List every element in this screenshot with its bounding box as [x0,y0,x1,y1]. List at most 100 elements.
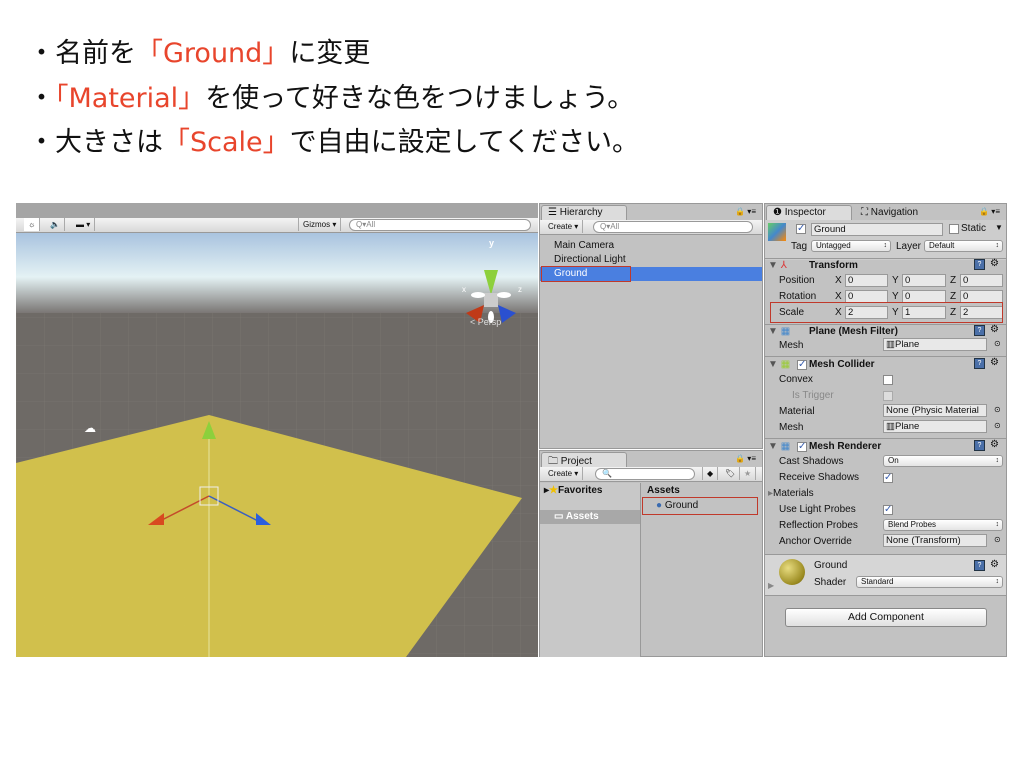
assets-label: Assets [565,511,599,522]
anchor-override-field[interactable]: None (Transform) [883,534,987,547]
bullet-dot: ・ [28,83,55,114]
highlight-box [770,302,1003,323]
static-checkbox[interactable] [949,224,959,234]
bullet-text: 大きさは [55,127,163,158]
project-panel: 🗀 Project 🔒 ▾≡ Create ▾ 🔍 ◆ 🏷 ★ ▸★Favori… [539,450,763,657]
effects-toggle-icon[interactable]: ▬ ▾ [72,218,96,231]
active-checkbox[interactable]: ✓ [796,224,806,234]
material-preview-sphere [779,559,805,585]
mesh-renderer-foldout[interactable]: ▼ ▦ [768,441,790,452]
x-label: X [835,275,842,286]
assets-folder[interactable]: ▭ Assets [540,510,640,524]
add-component-button[interactable]: Add Component [785,608,987,627]
materials-label: Materials [773,488,814,499]
gear-icon[interactable]: ⚙ [990,439,999,450]
inspector-tab[interactable]: ❶ Inspector [766,205,852,220]
rotation-label: Rotation [779,291,817,302]
scene-viewport[interactable]: ☁ [16,233,538,657]
cast-shadows-label: Cast Shadows [779,456,844,467]
mesh-collider-enabled-checkbox[interactable]: ✓ [797,360,807,370]
create-button[interactable]: Create ▾ [544,220,584,233]
gear-icon[interactable]: ⚙ [990,357,999,368]
bullet-text: 名前を [55,38,136,69]
mesh-value: Plane [894,339,920,350]
convex-checkbox[interactable] [883,375,893,385]
reflection-probes-dropdown[interactable]: Blend Probes [883,519,1003,531]
help-icon[interactable]: ? [974,358,985,369]
is-trigger-label: Is Trigger [792,390,834,401]
mesh-collider-foldout[interactable]: ▼ ▦ [768,359,790,370]
gear-icon[interactable]: ⚙ [990,324,999,335]
hierarchy-search-input[interactable]: Q▾All [593,221,753,233]
scene-search-input[interactable]: Q▾All [349,219,531,231]
convex-label: Convex [779,374,813,385]
transform-foldout[interactable]: ▼ ⅄ [768,260,787,271]
cast-shadows-dropdown[interactable]: On [883,455,1003,467]
position-x-input[interactable]: 0 [845,274,888,287]
layer-dropdown[interactable]: Default [924,240,1003,252]
help-icon[interactable]: ? [974,560,985,571]
gear-icon[interactable]: ⚙ [990,559,999,570]
gizmos-dropdown[interactable]: Gizmos ▾ [298,218,342,231]
object-picker-icon[interactable]: ⊙ [994,421,1001,430]
scene-view[interactable]: ☼ 🔈 ▬ ▾ Gizmos ▾ Q▾All ☁ y x z < Persp [16,203,538,657]
help-icon[interactable]: ? [974,259,985,270]
hierarchy-item-directional-light[interactable]: Directional Light [554,253,626,267]
lock-icon[interactable]: 🔒 ▾≡ [735,207,756,216]
position-z-input[interactable]: 0 [960,274,1003,287]
highlight-box [541,266,631,282]
object-picker-icon[interactable]: ⊙ [994,339,1001,348]
audio-toggle-icon[interactable]: 🔈 [46,218,65,231]
bullet-3: ・大きさは「Scale」で自由に設定してください。 [28,120,639,159]
receive-shadows-checkbox[interactable]: ✓ [883,473,893,483]
create-button[interactable]: Create ▾ [544,467,584,480]
hierarchy-toolbar: Create ▾ Q▾All [540,220,762,235]
x-label: X [835,291,842,302]
physic-material-field[interactable]: None (Physic Material [883,404,987,417]
favorite-star-icon[interactable]: ★ [740,467,757,480]
filter-label-icon[interactable]: 🏷 [721,467,741,480]
static-dropdown-icon[interactable]: ▼ [995,223,1003,232]
materials-foldout[interactable]: ▸Materials [768,488,814,499]
z-label: Z [950,275,957,286]
project-tab[interactable]: 🗀 Project [541,452,627,467]
collider-mesh-field[interactable]: ▥Plane [883,420,987,433]
light-icon[interactable]: ☁ [84,421,96,435]
z-label: Z [950,291,957,302]
hierarchy-panel: ☰ Hierarchy 🔒 ▾≡ Create ▾ Q▾All Main Cam… [539,203,763,449]
mesh-label: Mesh [779,340,804,351]
help-icon[interactable]: ? [974,325,985,336]
shader-dropdown[interactable]: Standard [856,576,1003,588]
favorites-folder[interactable]: ▸★Favorites [544,484,602,498]
y-label: Y [892,275,899,286]
object-picker-icon[interactable]: ⊙ [994,535,1001,544]
project-search-input[interactable]: 🔍 [595,468,695,480]
light-probes-checkbox[interactable]: ✓ [883,505,893,515]
receive-shadows-label: Receive Shadows [779,472,860,483]
layer-label: Layer [896,241,922,252]
mesh-filter-foldout[interactable]: ▼ ▦ [768,326,790,337]
material-name: Ground [814,560,848,571]
position-y-input[interactable]: 0 [902,274,946,287]
gear-icon[interactable]: ⚙ [990,258,999,269]
tag-dropdown[interactable]: Untagged [811,240,891,252]
position-label: Position [779,275,815,286]
object-picker-icon[interactable]: ⊙ [994,405,1001,414]
highlight-box [642,497,758,515]
hierarchy-item-main-camera[interactable]: Main Camera [554,239,614,253]
lighting-toggle-icon[interactable]: ☼ [24,218,41,231]
bullet-highlight: 「Ground」 [136,38,290,69]
object-name-input[interactable]: Ground [811,223,943,236]
filter-type-icon[interactable]: ◆ [702,467,719,480]
lock-icon[interactable]: 🔒 ▾≡ [979,207,1000,216]
perspective-label[interactable]: < Persp [470,317,501,327]
mesh-renderer-enabled-checkbox[interactable]: ✓ [797,442,807,452]
hierarchy-tab[interactable]: ☰ Hierarchy [541,205,627,220]
lock-icon[interactable]: 🔒 ▾≡ [735,454,756,463]
material-foldout[interactable]: ▶ [768,581,774,590]
help-icon[interactable]: ? [974,440,985,451]
navigation-tab[interactable]: ⛶ Navigation [861,207,918,218]
mesh-field[interactable]: ▥Plane [883,338,987,351]
bullet-dot: ・ [28,127,55,158]
gizmo-y-label: y [489,238,495,248]
